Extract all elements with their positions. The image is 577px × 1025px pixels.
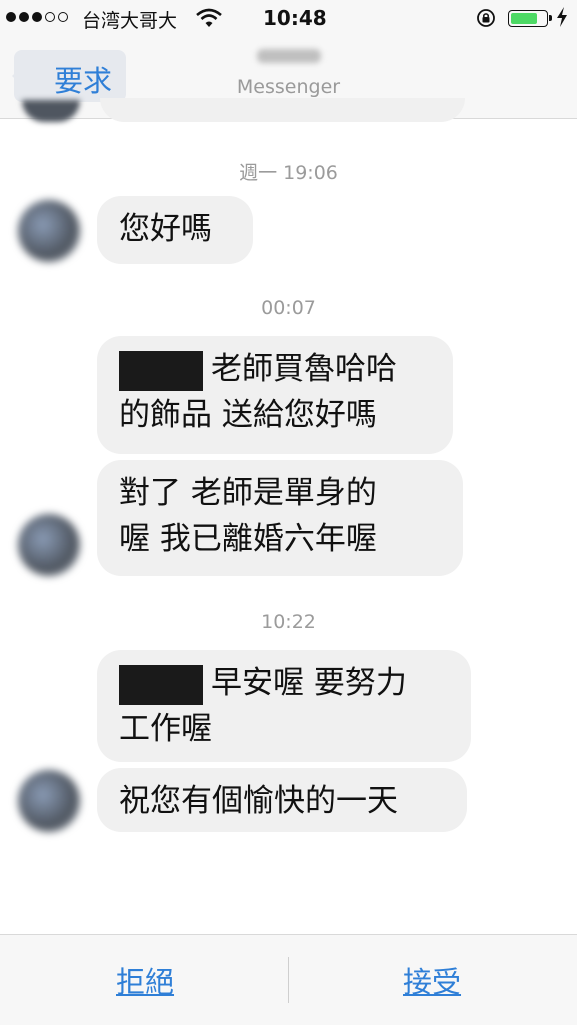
- message-text: 老師買魯哈哈: [211, 351, 397, 387]
- accept-button[interactable]: 接受: [403, 959, 461, 1001]
- message-request-bar: 拒絕 接受: [0, 934, 577, 1025]
- message-bubble[interactable]: 早安喔 要努力 工作喔: [97, 650, 471, 762]
- nav-subtitle: Messenger: [236, 76, 341, 98]
- status-bar: 台湾大哥大 10:48: [0, 0, 577, 38]
- previous-message-bubble: [100, 98, 465, 122]
- message-bubble[interactable]: 老師買魯哈哈 的飾品 送給您好嗎: [97, 336, 453, 454]
- battery-level: [511, 13, 537, 24]
- charging-icon: [557, 7, 567, 27]
- redacted-text: [119, 350, 203, 391]
- divider: [288, 957, 289, 1003]
- avatar: [18, 770, 80, 832]
- message-text: 祝您有個愉快的一天: [119, 783, 398, 819]
- signal-strength-icon: [6, 12, 68, 22]
- message-text: 的飾品 送給您好嗎: [119, 397, 377, 433]
- redacted-text: [119, 664, 203, 705]
- avatar: [18, 200, 80, 262]
- wifi-icon: [196, 8, 222, 27]
- message-bubble[interactable]: 您好嗎: [97, 196, 253, 264]
- message-text: 早安喔 要努力: [211, 665, 407, 701]
- message-text: 對了 老師是單身的: [119, 475, 377, 511]
- message-timestamp: 週一 19:06: [239, 162, 338, 184]
- avatar: [18, 514, 80, 576]
- decline-button[interactable]: 拒絕: [116, 959, 174, 1001]
- status-clock: 10:48: [263, 6, 327, 30]
- message-bubble[interactable]: 對了 老師是單身的 喔 我已離婚六年喔: [97, 460, 463, 576]
- message-timestamp: 00:07: [261, 297, 316, 319]
- message-text: 工作喔: [119, 711, 212, 747]
- message-text: 喔 我已離婚六年喔: [119, 521, 377, 557]
- message-bubble[interactable]: 祝您有個愉快的一天: [97, 768, 467, 832]
- battery-icon: [508, 10, 552, 27]
- message-text: 您好嗎: [119, 211, 212, 247]
- carrier-name: 台湾大哥大: [82, 10, 178, 32]
- rotation-lock-icon: [477, 9, 495, 27]
- contact-name-redacted: [0, 48, 577, 67]
- message-timestamp: 10:22: [261, 611, 316, 633]
